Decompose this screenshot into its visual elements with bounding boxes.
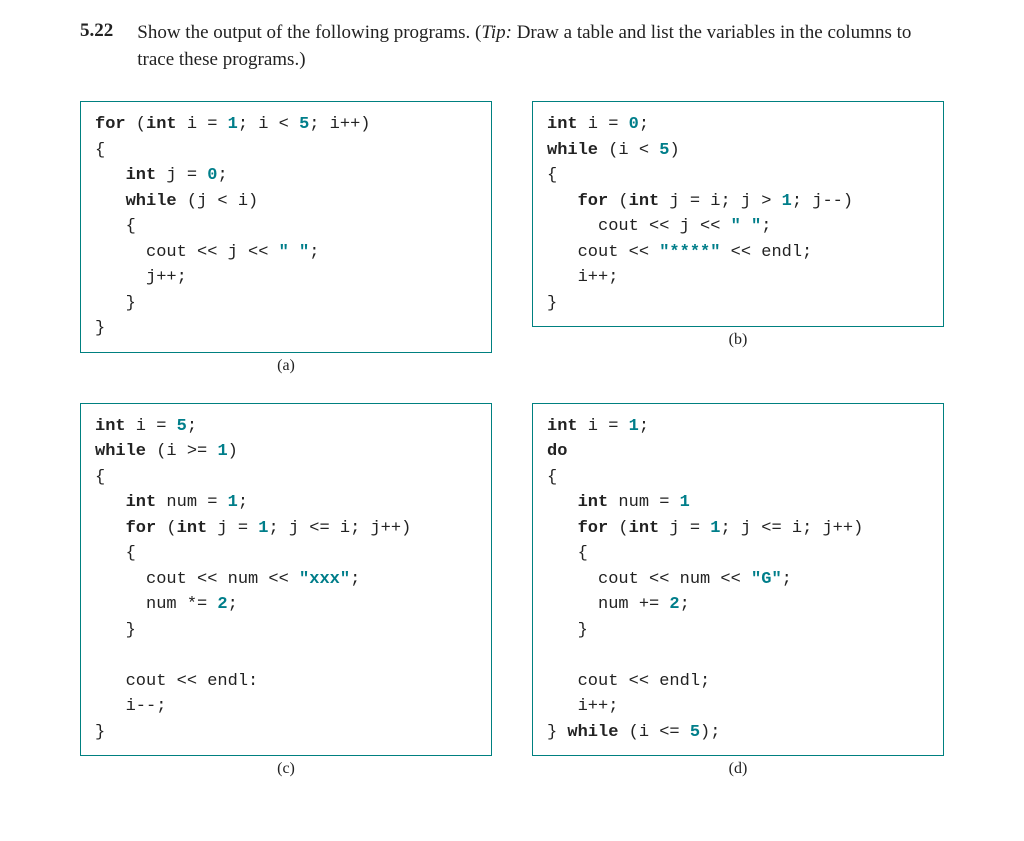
code-box-c: int i = 5; while (i >= 1) { int num = 1;… <box>80 403 492 757</box>
problem-text-before: Show the output of the following program… <box>137 22 481 43</box>
code-grid: for (int i = 1; i < 5; i++) { int j = 0;… <box>80 101 944 794</box>
caption-b: (b) <box>532 331 944 349</box>
caption-d: (d) <box>532 760 944 778</box>
problem-statement: Show the output of the following program… <box>137 20 944 73</box>
code-box-a: for (int i = 1; i < 5; i++) { int j = 0;… <box>80 101 492 353</box>
caption-a: (a) <box>80 357 492 375</box>
caption-c: (c) <box>80 760 492 778</box>
problem-number: 5.22 <box>80 20 113 42</box>
code-box-b: int i = 0; while (i < 5) { for (int j = … <box>532 101 944 327</box>
tip-label: Tip: <box>481 22 512 43</box>
problem-header: 5.22 Show the output of the following pr… <box>80 20 944 73</box>
code-box-d: int i = 1; do { int num = 1 for (int j =… <box>532 403 944 757</box>
